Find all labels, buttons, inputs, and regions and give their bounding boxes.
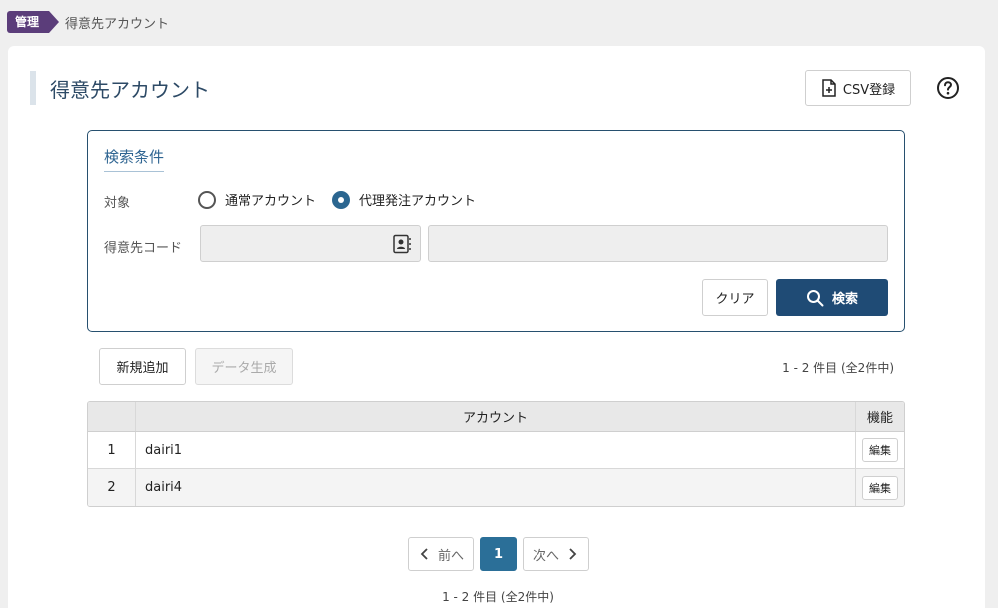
row-num: 2 (88, 469, 136, 506)
radio-checked-icon (332, 190, 351, 209)
breadcrumb-current: 得意先アカウント (65, 16, 170, 32)
result-count-bottom: 1 - 2 件目 (全2件中) (442, 590, 554, 604)
add-new-label: 新規追加 (116, 361, 169, 376)
header-num (88, 402, 136, 431)
row-account: dairi1 (136, 432, 856, 468)
prev-page-button[interactable]: 前へ (408, 537, 474, 571)
next-page-button[interactable]: 次へ (523, 537, 589, 571)
target-radio-group: 通常アカウント 代理発注アカウント (198, 190, 492, 209)
table-header: アカウント 機能 (88, 402, 904, 432)
csv-register-button[interactable]: CSV登録 (805, 70, 911, 106)
table-row: 1 dairi1 編集 (88, 432, 904, 469)
csv-register-label: CSV登録 (842, 82, 896, 98)
search-panel-title: 検索条件 (104, 146, 165, 172)
breadcrumb: 管理 得意先アカウント (7, 10, 169, 34)
page-title: 得意先アカウント (50, 77, 210, 102)
table-row: 2 dairi4 編集 (88, 469, 904, 506)
main-card: 得意先アカウント CSV登録 検索条件 対象 通常アカウント 代理発注アカウント (8, 46, 985, 608)
chevron-left-icon (420, 548, 428, 560)
header-function: 機能 (866, 411, 893, 426)
radio-normal-label: 通常アカウント (225, 194, 317, 209)
edit-button[interactable]: 編集 (862, 438, 898, 462)
clear-button-label: クリア (715, 292, 755, 307)
pagination: 前へ 1 次へ (408, 537, 589, 571)
search-button[interactable]: 検索 (776, 279, 888, 316)
add-new-button[interactable]: 新規追加 (99, 348, 186, 385)
row-function: 編集 (856, 469, 904, 506)
next-page-label: 次へ (532, 548, 559, 564)
search-icon (806, 289, 824, 306)
target-label: 対象 (104, 196, 131, 211)
row-function: 編集 (856, 432, 904, 468)
results-table: アカウント 機能 1 dairi1 編集 2 dairi4 編集 (87, 401, 905, 507)
radio-unchecked-icon (198, 190, 216, 209)
radio-proxy-account[interactable]: 代理発注アカウント (332, 190, 476, 209)
prev-page-label: 前へ (437, 548, 464, 564)
clear-button[interactable]: クリア (702, 279, 768, 316)
result-count-top: 1 - 2 件目 (全2件中) (782, 361, 894, 375)
edit-button[interactable]: 編集 (862, 475, 898, 500)
address-book-icon[interactable] (392, 234, 412, 254)
file-plus-icon (822, 79, 836, 97)
generate-data-label: データ生成 (211, 361, 277, 376)
search-button-label: 検索 (831, 292, 858, 307)
customer-code-input[interactable] (200, 225, 421, 262)
generate-data-button: データ生成 (195, 348, 293, 385)
page-1-button[interactable]: 1 (480, 537, 517, 571)
page-title-area: 得意先アカウント (30, 71, 210, 105)
chevron-right-icon (569, 548, 577, 560)
customer-name-field (428, 225, 888, 262)
search-panel: 検索条件 対象 通常アカウント 代理発注アカウント 得意先コード クリア 検索 (87, 130, 905, 332)
header-account: アカウント (136, 402, 856, 431)
title-accent-bar (30, 71, 36, 105)
row-num: 1 (88, 432, 136, 468)
radio-proxy-label: 代理発注アカウント (359, 194, 477, 209)
row-account: dairi4 (136, 469, 856, 506)
breadcrumb-section[interactable]: 管理 (7, 11, 60, 33)
radio-normal-account[interactable]: 通常アカウント (198, 190, 316, 209)
help-icon[interactable] (936, 76, 960, 100)
customer-code-label: 得意先コード (104, 241, 183, 256)
